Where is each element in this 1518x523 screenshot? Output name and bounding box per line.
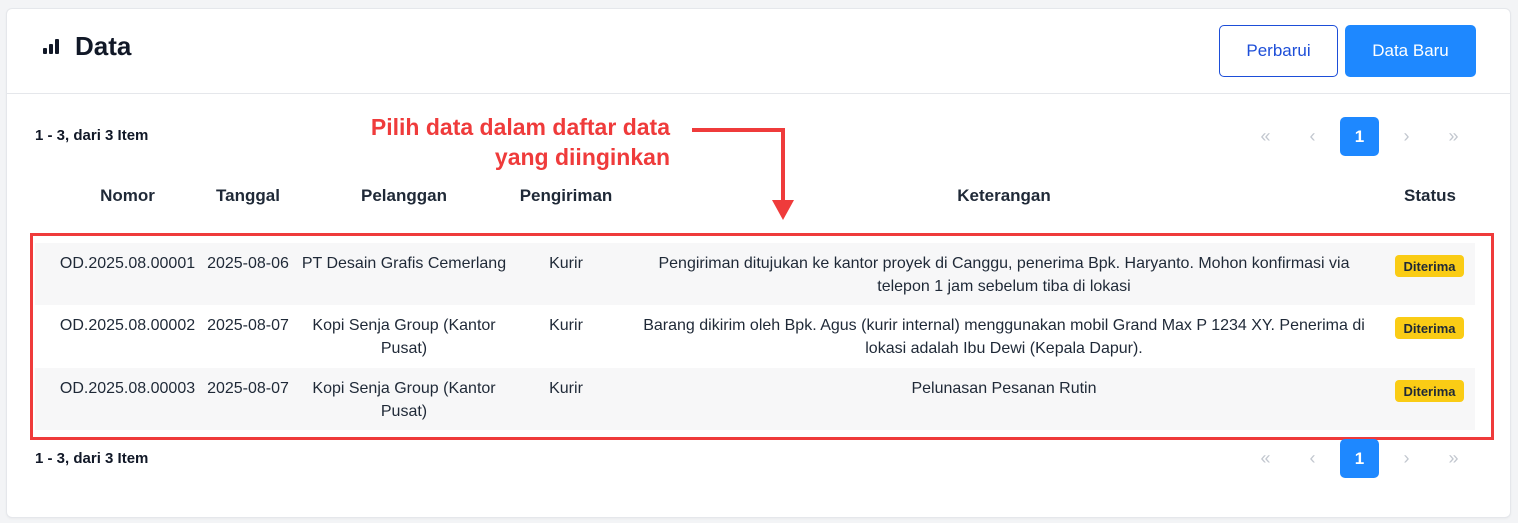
annotation-callout: Pilih data dalam daftar data yang diingi… <box>371 112 670 172</box>
table-header: Nomor Tanggal Pelanggan Pengiriman Keter… <box>35 186 1475 220</box>
annotation-arrow-horizontal <box>692 128 784 132</box>
title-wrap: Data <box>43 31 131 62</box>
column-keterangan[interactable]: Keterangan <box>625 186 1383 206</box>
last-page-button[interactable]: » <box>1434 439 1473 478</box>
column-pengiriman[interactable]: Pengiriman <box>505 186 627 206</box>
first-page-button[interactable]: « <box>1246 439 1285 478</box>
column-status[interactable]: Status <box>1385 186 1475 206</box>
page-1-button[interactable]: 1 <box>1340 117 1379 156</box>
page-title: Data <box>75 31 132 61</box>
column-tanggal[interactable]: Tanggal <box>203 186 293 206</box>
pagination-bottom: « ‹ 1 › » <box>1246 439 1481 478</box>
annotation-highlight-box <box>30 233 1494 440</box>
column-nomor[interactable]: Nomor <box>35 186 220 206</box>
annotation-line-1: Pilih data dalam daftar data <box>370 114 670 140</box>
next-page-button[interactable]: › <box>1387 117 1426 156</box>
refresh-button[interactable]: Perbarui <box>1219 25 1338 77</box>
page-1-button[interactable]: 1 <box>1340 439 1379 478</box>
new-data-button[interactable]: Data Baru <box>1345 25 1476 77</box>
prev-page-button[interactable]: ‹ <box>1293 439 1332 478</box>
card-header: Data Perbarui Data Baru <box>7 9 1510 94</box>
annotation-line-2: yang diinginkan <box>494 144 670 170</box>
prev-page-button[interactable]: ‹ <box>1293 117 1332 156</box>
column-pelanggan[interactable]: Pelanggan <box>300 186 508 206</box>
item-count-top: 1 - 3, dari 3 Item <box>35 127 149 144</box>
bar-chart-icon <box>43 39 59 54</box>
next-page-button[interactable]: › <box>1387 439 1426 478</box>
last-page-button[interactable]: » <box>1434 117 1473 156</box>
pagination-top: « ‹ 1 › » <box>1246 117 1481 156</box>
item-count-bottom: 1 - 3, dari 3 Item <box>35 450 149 467</box>
first-page-button[interactable]: « <box>1246 117 1285 156</box>
